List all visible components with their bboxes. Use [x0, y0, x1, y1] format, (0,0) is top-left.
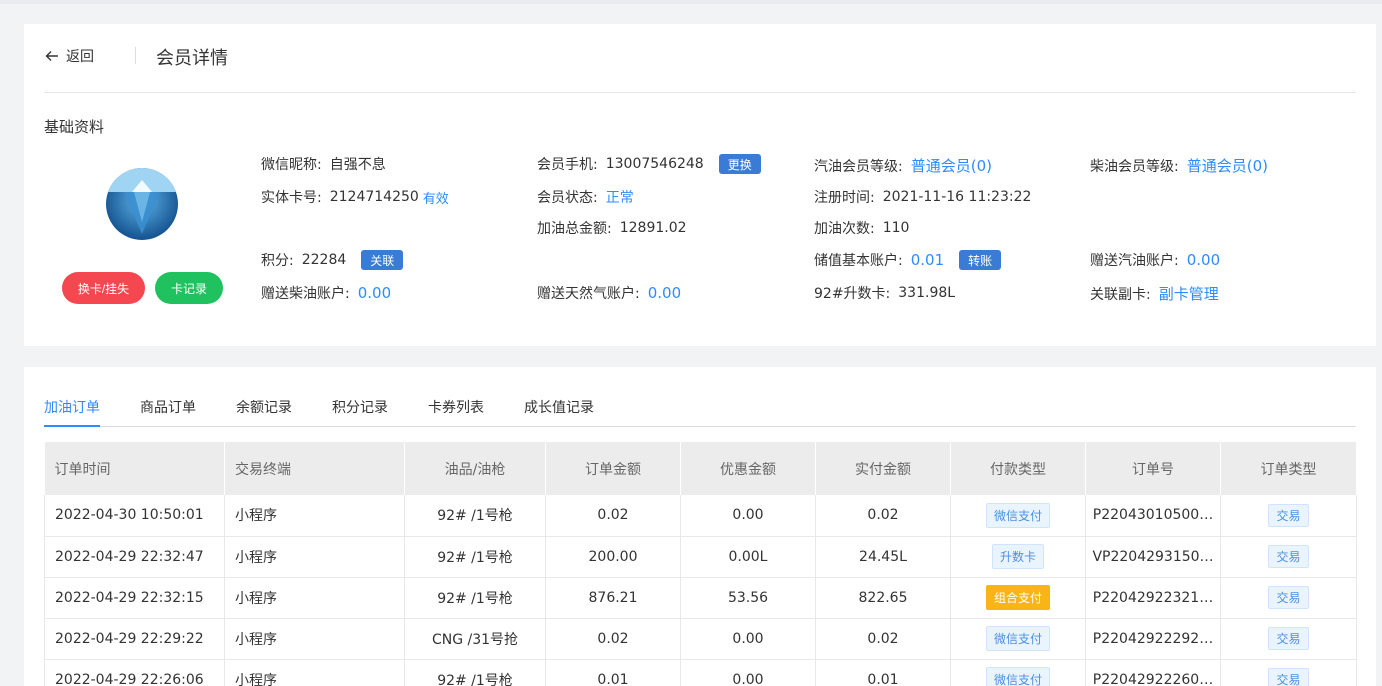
stored-basic-field: 储值基本账户: 0.01 转账: [814, 250, 1002, 270]
header-divider: [135, 47, 136, 64]
table-row[interactable]: 2022-04-29 22:29:22 小程序 CNG /31号抢 0.02 0…: [44, 618, 1357, 660]
iceberg-avatar-image: [106, 168, 178, 240]
tab-coupon-list[interactable]: 卡券列表: [428, 397, 484, 427]
col-pay-type: 付款类型: [950, 442, 1086, 495]
col-discount: 优惠金额: [680, 442, 816, 495]
pay-type-badge: 微信支付: [985, 626, 1050, 651]
wechat-nickname-field: 微信昵称: 自强不息: [261, 157, 386, 173]
col-order-time: 订单时间: [44, 442, 225, 495]
pay-type-badge: 微信支付: [985, 667, 1050, 686]
member-status-field: 会员状态: 正常: [537, 190, 634, 206]
tab-balance-records[interactable]: 余额记录: [236, 397, 292, 427]
order-type-badge: 交易: [1268, 668, 1309, 686]
card-number-field: 实体卡号: 2124714250 有效: [261, 189, 449, 207]
refuel-count-field: 加油次数: 110: [814, 220, 910, 237]
orders-table: 订单时间 交易终端 油品/油枪 订单金额 优惠金额 实付金额 付款类型 订单号 …: [44, 442, 1357, 686]
table-row[interactable]: 2022-04-29 22:26:06 小程序 92# /1号枪 0.01 0.…: [44, 659, 1357, 686]
change-phone-button[interactable]: 更换: [718, 154, 761, 174]
table-row[interactable]: 2022-04-29 22:32:15 小程序 92# /1号枪 876.21 …: [44, 577, 1357, 619]
section-title: 基础资料: [44, 118, 105, 136]
table-header-row: 订单时间 交易终端 油品/油枪 订单金额 优惠金额 实付金额 付款类型 订单号 …: [44, 442, 1357, 495]
diesel-level-field: 柴油会员等级: 普通会员(0): [1090, 157, 1268, 175]
total-amount-field: 加油总金额: 12891.02: [537, 220, 687, 237]
avatar: [106, 168, 178, 240]
tab-points-records[interactable]: 积分记录: [332, 397, 388, 427]
col-terminal: 交易终端: [224, 442, 405, 495]
top-strip: [0, 0, 1382, 4]
orders-card: 加油订单 商品订单 余额记录 积分记录 卡券列表 成长值记录 订单时间 交易终端…: [24, 367, 1376, 686]
diesel-gift-field: 赠送柴油账户: 0.00: [261, 284, 392, 302]
col-order-amount: 订单金额: [545, 442, 681, 495]
petrol-gift-field: 赠送汽油账户: 0.00: [1090, 251, 1221, 269]
page-title: 会员详情: [156, 48, 228, 69]
order-type-badge: 交易: [1268, 503, 1309, 527]
arrow-left-icon: [45, 51, 58, 61]
petrol-level-field: 汽油会员等级: 普通会员(0): [814, 157, 992, 175]
sub-card-manage-link[interactable]: 副卡管理: [1159, 283, 1219, 304]
order-type-badge: 交易: [1268, 545, 1309, 568]
table-row[interactable]: 2022-04-29 22:32:47 小程序 92# /1号枪 200.00 …: [44, 536, 1357, 578]
col-paid: 实付金额: [815, 442, 951, 495]
member-info-card: 返回 会员详情 基础资料 换卡/挂失 卡记录 微信昵称: 自强不息 实体卡号: …: [24, 24, 1376, 346]
change-card-button[interactable]: 换卡/挂失: [62, 272, 145, 304]
back-button[interactable]: 返回: [44, 46, 94, 66]
back-label: 返回: [66, 49, 94, 65]
col-order-type: 订单类型: [1220, 442, 1357, 495]
page-header: 返回 会员详情: [44, 24, 1356, 93]
col-order-no: 订单号: [1085, 442, 1221, 495]
transfer-button[interactable]: 转账: [959, 250, 1002, 270]
record-tabs: 加油订单 商品订单 余额记录 积分记录 卡券列表 成长值记录: [44, 397, 1356, 427]
tab-refuel-orders[interactable]: 加油订单: [44, 397, 100, 427]
card92-field: 92#升数卡: 331.98L: [814, 285, 956, 302]
col-oil-gun: 油品/油枪: [404, 442, 546, 495]
card-record-button[interactable]: 卡记录: [155, 272, 223, 304]
tab-growth-records[interactable]: 成长值记录: [524, 397, 594, 427]
register-time-field: 注册时间: 2021-11-16 11:23:22: [814, 189, 1032, 206]
link-points-button[interactable]: 关联: [361, 250, 404, 270]
points-field: 积分: 22284 关联: [261, 250, 404, 270]
phone-field: 会员手机: 13007546248 更换: [537, 154, 761, 174]
table-row[interactable]: 2022-04-30 10:50:01 小程序 92# /1号枪 0.02 0.…: [44, 495, 1357, 537]
card-status-valid: 有效: [422, 191, 449, 207]
pay-type-badge: 微信支付: [985, 502, 1050, 528]
pay-type-badge: 升数卡: [991, 544, 1044, 569]
order-type-badge: 交易: [1268, 627, 1309, 650]
tab-goods-orders[interactable]: 商品订单: [140, 397, 196, 427]
gas-gift-field: 赠送天然气账户: 0.00: [537, 284, 682, 302]
order-type-badge: 交易: [1268, 586, 1309, 609]
pay-type-badge: 组合支付: [985, 585, 1050, 610]
sub-card-field: 关联副卡: 副卡管理: [1090, 283, 1219, 304]
